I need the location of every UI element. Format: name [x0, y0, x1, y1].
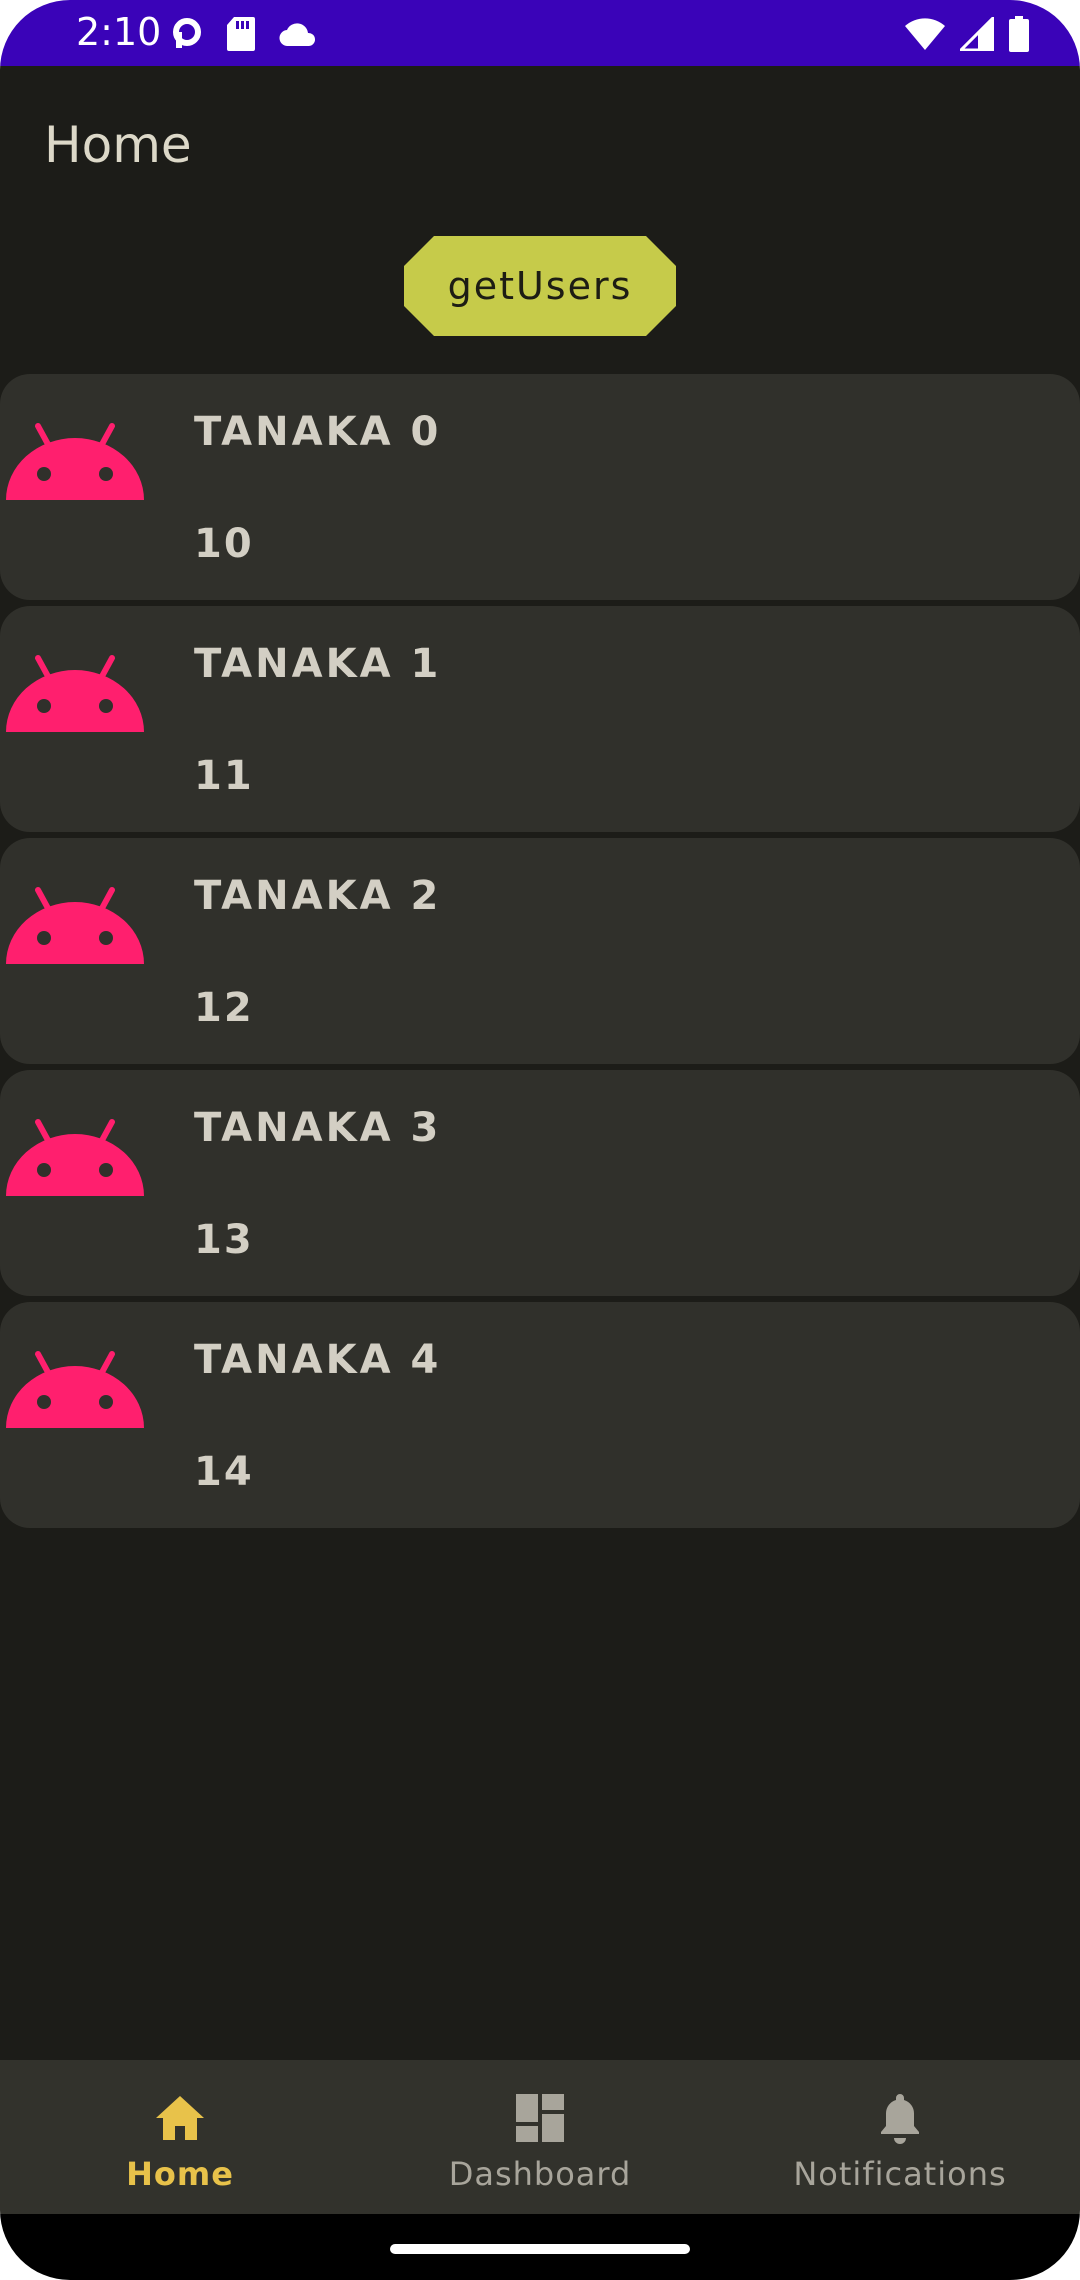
assistant-icon — [170, 17, 204, 51]
screen-corner — [0, 0, 70, 70]
user-value: 13 — [194, 1217, 254, 1263]
android-icon — [6, 1119, 144, 1196]
page-title: Home — [44, 116, 192, 174]
screen-corner — [0, 2210, 70, 2280]
android-icon — [6, 423, 144, 500]
android-icon — [6, 1351, 144, 1428]
status-bar: 2:10 — [0, 0, 1080, 66]
nav-label-notifications: Notifications — [793, 2155, 1007, 2193]
android-icon — [6, 655, 144, 732]
user-value: 10 — [194, 521, 254, 567]
user-list: TANAKA 0 10 TANAKA 1 11 TANAKA 2 12 TANA… — [0, 374, 1080, 1534]
cloud-icon — [278, 20, 318, 48]
nav-label-home: Home — [126, 2155, 234, 2193]
get-users-button[interactable]: getUsers — [404, 236, 676, 336]
status-time: 2:10 — [76, 10, 162, 54]
nav-item-home[interactable]: Home — [0, 2060, 360, 2214]
android-icon — [6, 887, 144, 964]
bell-icon — [881, 2094, 919, 2144]
wifi-icon — [904, 17, 946, 51]
user-value: 12 — [194, 985, 254, 1031]
signal-icon — [960, 17, 994, 51]
user-name: TANAKA 2 — [194, 873, 442, 919]
screen-corner — [1010, 2210, 1080, 2280]
dashboard-icon — [516, 2094, 564, 2142]
user-name: TANAKA 0 — [194, 409, 442, 455]
nav-label-dashboard: Dashboard — [448, 2155, 632, 2193]
nav-item-notifications[interactable]: Notifications — [720, 2060, 1080, 2214]
gesture-bar — [0, 2214, 1080, 2280]
screen-corner — [1010, 0, 1080, 70]
nav-item-dashboard[interactable]: Dashboard — [360, 2060, 720, 2214]
status-icons-left — [170, 14, 318, 54]
list-item[interactable]: TANAKA 0 10 — [0, 374, 1080, 600]
sd-card-icon — [226, 16, 256, 52]
list-item[interactable]: TANAKA 2 12 — [0, 838, 1080, 1064]
home-gesture-handle[interactable] — [390, 2244, 690, 2254]
list-item[interactable]: TANAKA 1 11 — [0, 606, 1080, 832]
user-name: TANAKA 4 — [194, 1337, 442, 1383]
home-icon — [156, 2096, 204, 2140]
user-name: TANAKA 3 — [194, 1105, 442, 1151]
list-item[interactable]: TANAKA 4 14 — [0, 1302, 1080, 1528]
user-value: 14 — [194, 1449, 254, 1495]
bottom-navigation: Home Dashboard Notifications — [0, 2060, 1080, 2214]
list-item[interactable]: TANAKA 3 13 — [0, 1070, 1080, 1296]
user-name: TANAKA 1 — [194, 641, 442, 687]
screen: 2:10 Home getUsers TANAKA 0 10 TANAKA 1 … — [0, 0, 1080, 2280]
user-value: 11 — [194, 753, 254, 799]
